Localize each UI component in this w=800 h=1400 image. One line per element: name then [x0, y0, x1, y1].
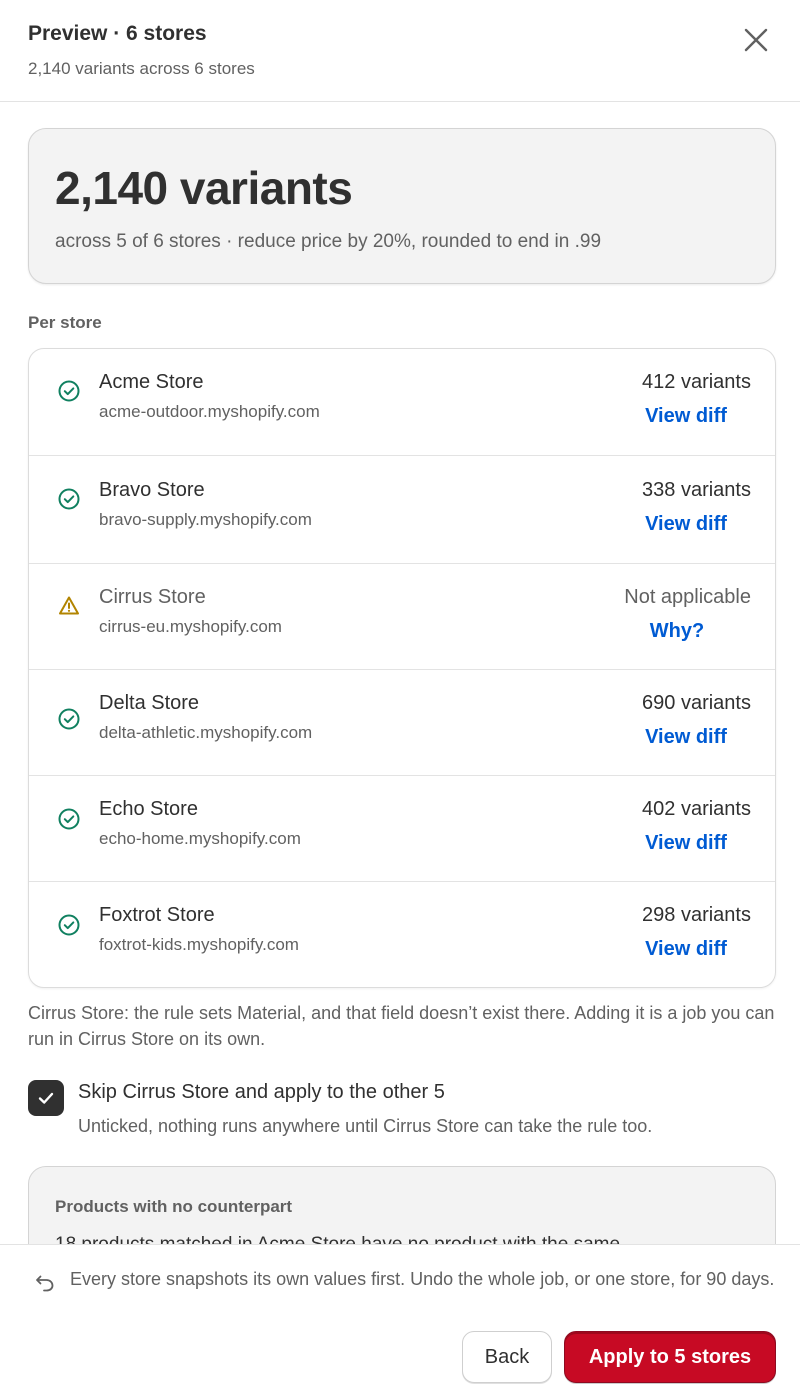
store-row-acme: Acme Store acme-outdoor.myshopify.com 41… [29, 349, 775, 456]
store-list: Acme Store acme-outdoor.myshopify.com 41… [28, 348, 776, 988]
view-diff-link[interactable]: View diff [641, 938, 731, 961]
close-icon [744, 28, 768, 52]
cirrus-note: Cirrus Store: the rule sets Material, an… [28, 1003, 775, 1049]
per-store-label: Per store [28, 313, 102, 332]
close-button[interactable] [736, 20, 776, 60]
apply-button[interactable]: Apply to 5 stores [564, 1331, 776, 1383]
undo-icon [36, 1275, 54, 1292]
why-link[interactable]: Why? [641, 620, 713, 643]
modal-title: Preview · 6 stores [28, 22, 207, 45]
modal-footer: Every store snapshots its own values fir… [0, 1244, 800, 1400]
variant-count: 690 variants [642, 692, 751, 714]
store-name: Cirrus Store [99, 586, 206, 608]
modal-body[interactable]: 2,140 variants across 5 of 6 stores · re… [0, 102, 800, 1244]
view-diff-link[interactable]: View diff [641, 832, 731, 855]
no-counterpart-title: Products with no counterpart [55, 1197, 293, 1216]
check-circle-icon [58, 808, 80, 830]
skip-cirrus-help: Unticked, nothing runs anywhere until Ci… [78, 1116, 653, 1136]
check-circle-icon [58, 380, 80, 402]
back-button[interactable]: Back [462, 1331, 552, 1383]
view-diff-link[interactable]: View diff [641, 513, 731, 536]
check-circle-icon [58, 708, 80, 730]
store-row-bravo: Bravo Store bravo-supply.myshopify.com 3… [29, 456, 775, 564]
store-row-cirrus: Cirrus Store cirrus-eu.myshopify.com Not… [29, 564, 775, 670]
no-counterpart-card: Products with no counterpart 18 products… [28, 1166, 776, 1244]
store-domain: delta-athletic.myshopify.com [99, 723, 313, 742]
check-circle-icon [58, 488, 80, 510]
store-domain: acme-outdoor.myshopify.com [99, 402, 320, 421]
modal-header: Preview · 6 stores 2,140 variants across… [0, 0, 800, 102]
view-diff-link[interactable]: View diff [641, 726, 731, 749]
store-name: Acme Store [99, 371, 204, 393]
check-circle-icon [58, 914, 80, 936]
store-domain: cirrus-eu.myshopify.com [99, 617, 282, 636]
summary-description: across 5 of 6 stores · reduce price by 2… [55, 231, 602, 252]
undo-notice: Every store snapshots its own values fir… [70, 1269, 775, 1289]
no-counterpart-body: 18 products matched in Acme Store have n… [55, 1234, 620, 1244]
variant-count: 412 variants [642, 371, 751, 393]
variant-count: 298 variants [642, 904, 751, 926]
store-domain: bravo-supply.myshopify.com [99, 510, 312, 529]
store-domain: echo-home.myshopify.com [99, 829, 301, 848]
store-name: Bravo Store [99, 479, 205, 501]
store-domain: foxtrot-kids.myshopify.com [99, 935, 299, 954]
store-row-echo: Echo Store echo-home.myshopify.com 402 v… [29, 776, 775, 882]
summary-card: 2,140 variants across 5 of 6 stores · re… [28, 128, 776, 284]
variant-count: 338 variants [642, 479, 751, 501]
store-name: Echo Store [99, 798, 198, 820]
view-diff-link[interactable]: View diff [641, 405, 731, 428]
warning-icon [59, 596, 79, 615]
skip-cirrus-label[interactable]: Skip Cirrus Store and apply to the other… [78, 1081, 445, 1104]
store-row-foxtrot: Foxtrot Store foxtrot-kids.myshopify.com… [29, 882, 775, 987]
skip-cirrus-checkbox[interactable] [28, 1080, 64, 1116]
variant-count: 402 variants [642, 798, 751, 820]
summary-headline: 2,140 variants [55, 162, 353, 214]
not-applicable-label: Not applicable [624, 586, 751, 608]
modal-subtitle: 2,140 variants across 6 stores [28, 59, 255, 78]
store-row-delta: Delta Store delta-athletic.myshopify.com… [29, 670, 775, 776]
checkmark-icon [38, 1092, 54, 1104]
store-name: Foxtrot Store [99, 904, 215, 926]
store-name: Delta Store [99, 692, 200, 714]
